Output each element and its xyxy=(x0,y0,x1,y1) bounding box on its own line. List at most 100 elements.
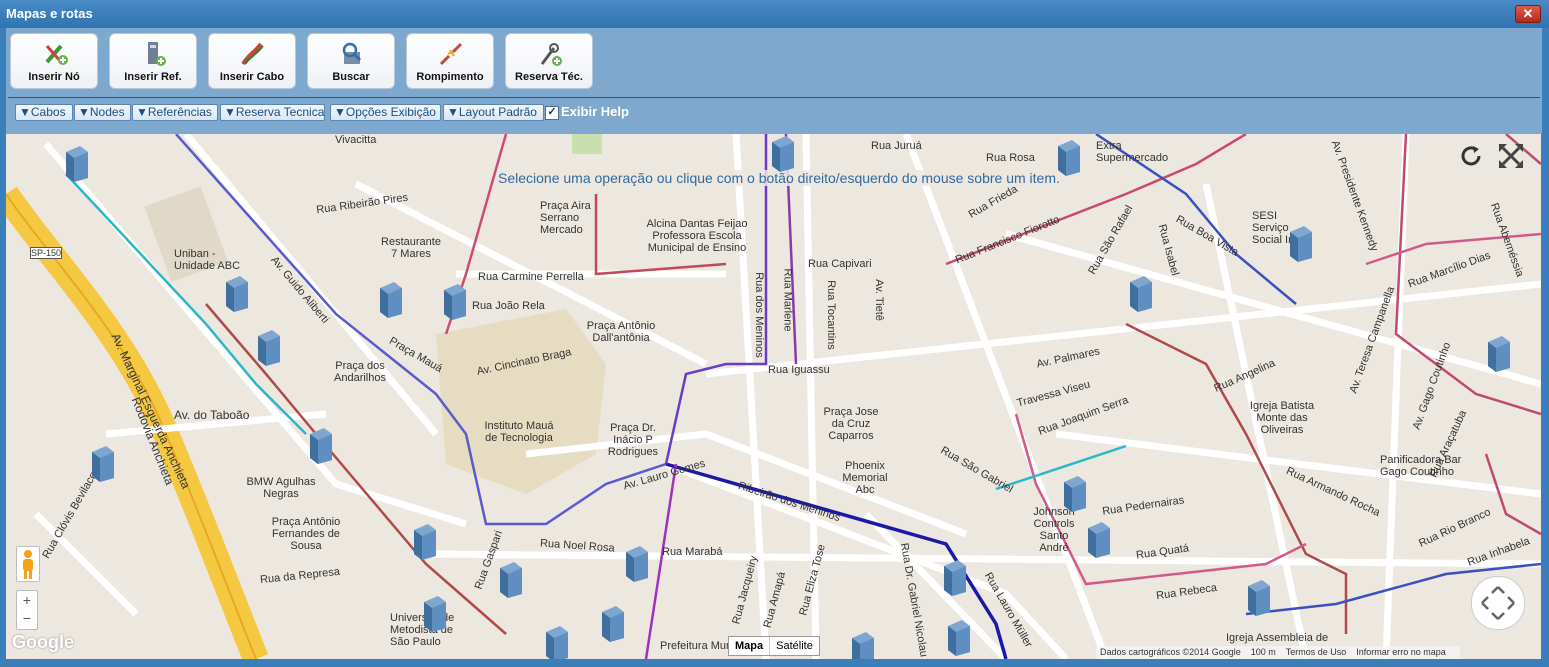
map-label: Rua Capivari xyxy=(808,258,872,270)
refresh-icon[interactable] xyxy=(1459,144,1483,168)
insert-reference-label: Inserir Ref. xyxy=(124,71,182,83)
node-building-icon[interactable] xyxy=(376,280,406,318)
map-label: Igreja Assembleia de xyxy=(1226,632,1329,644)
pegman-icon xyxy=(23,550,33,579)
node-building-icon[interactable] xyxy=(1054,138,1084,176)
toolbar-divider xyxy=(8,97,1540,98)
map-label: Panificadora Bar Gago Coutinho xyxy=(1380,454,1462,478)
node-building-icon[interactable] xyxy=(306,426,336,464)
node-building-icon[interactable] xyxy=(1484,334,1514,372)
technical-reserve-label: Reserva Téc. xyxy=(515,71,583,83)
map-label: BMW Agulhas Negras xyxy=(246,476,316,500)
map-label: Rua Marabá xyxy=(662,546,723,558)
node-building-icon[interactable] xyxy=(1060,474,1090,512)
map-label: Rua Iguassu xyxy=(768,364,830,376)
node-building-icon[interactable] xyxy=(410,522,440,560)
map-label: Praça Antônio Dall'antônia xyxy=(586,320,656,344)
map-type-satellite[interactable]: Satélite xyxy=(770,637,819,655)
map-hint: Selecione uma operação ou clique com o b… xyxy=(498,170,1060,186)
map-data-credit: Dados cartográficos ©2014 Google xyxy=(1100,647,1241,657)
terms-link[interactable]: Termos de Uso xyxy=(1286,647,1347,657)
window-title: Mapas e rotas xyxy=(6,6,93,21)
map-label: Praça Aira Serrano Mercado xyxy=(540,200,591,236)
map-label: Av. Tietê xyxy=(872,279,885,321)
map-label: Rua Tocantins xyxy=(824,280,837,350)
insert-reference-icon xyxy=(148,42,166,66)
insert-reference-button[interactable]: Inserir Ref. xyxy=(109,33,197,89)
map-label: Phoenix Memorial Abc xyxy=(842,460,888,496)
map-label: Praça Antônio Fernandes de Sousa xyxy=(271,516,341,552)
map-label: Johnson Controls Santo André xyxy=(1033,506,1075,554)
map-canvas[interactable]: Selecione uma operação ou clique com o b… xyxy=(6,134,1541,659)
search-icon xyxy=(342,42,362,64)
node-building-icon[interactable] xyxy=(768,134,798,172)
map-label: SP-150 xyxy=(30,247,63,259)
map-label: Rua Carmine Perrella xyxy=(478,271,584,283)
map-label: Rua dos Meninos xyxy=(752,272,765,358)
insert-cable-label: Inserir Cabo xyxy=(219,71,285,83)
map-label: Igreja Batista Monte das Oliveiras xyxy=(1249,400,1315,436)
node-building-icon[interactable] xyxy=(62,144,92,182)
map-label: Praça Dr. Inácio P Rodrigues xyxy=(607,422,659,458)
map-label: Praça dos Andarilhos xyxy=(334,360,386,384)
technical-reserve-icon xyxy=(540,43,562,66)
node-building-icon[interactable] xyxy=(420,594,450,632)
map-label: Instituto Mauá de Tecnologia xyxy=(484,420,554,444)
node-building-icon[interactable] xyxy=(254,328,284,366)
map-label: Rua Rosa xyxy=(986,152,1035,164)
toolbar-panel: Inserir Nó Inserir Ref. Inserir Cabo Bus… xyxy=(6,28,1542,134)
pan-control[interactable] xyxy=(1471,576,1525,630)
node-building-icon[interactable] xyxy=(1126,274,1156,312)
insert-cable-icon xyxy=(241,42,264,66)
node-building-icon[interactable] xyxy=(496,560,526,598)
fullscreen-icon[interactable] xyxy=(1497,142,1525,170)
close-button[interactable]: ✕ xyxy=(1515,5,1541,23)
map-label: Alcina Dantas Feijao Professora Escola M… xyxy=(646,218,748,254)
map-label: Rua Juruá xyxy=(871,140,922,152)
display-options-dropdown[interactable]: ▼Opções Exibição xyxy=(330,104,441,121)
node-building-icon[interactable] xyxy=(944,618,974,656)
break-icon xyxy=(439,42,463,66)
node-building-icon[interactable] xyxy=(598,604,628,642)
node-building-icon[interactable] xyxy=(622,544,652,582)
node-building-icon[interactable] xyxy=(1244,578,1274,616)
map-label: Vivacitta xyxy=(335,134,377,146)
references-dropdown[interactable]: ▼Referências xyxy=(132,104,218,121)
map-label: Extra Supermercado xyxy=(1096,140,1169,164)
pan-arrows-icon xyxy=(1481,586,1515,620)
insert-node-label: Inserir Nó xyxy=(28,71,80,83)
map-label: Rua Marlene xyxy=(781,268,794,332)
insert-cable-button[interactable]: Inserir Cabo xyxy=(208,33,296,89)
node-building-icon[interactable] xyxy=(440,282,470,320)
zoom-control: + − xyxy=(16,590,38,630)
cables-dropdown[interactable]: ▼Cabos xyxy=(15,104,73,121)
node-building-icon[interactable] xyxy=(88,444,118,482)
show-help-label: Exibir Help xyxy=(561,104,629,119)
street-view-pegman[interactable] xyxy=(16,546,40,582)
node-building-icon[interactable] xyxy=(542,624,572,659)
technical-reserve-button[interactable]: Reserva Téc. xyxy=(505,33,593,89)
map-scale: 100 m xyxy=(1250,647,1276,657)
checkbox-icon[interactable]: ✓ xyxy=(545,105,559,120)
map-type-map[interactable]: Mapa xyxy=(729,637,771,655)
map-label: Av. do Taboão xyxy=(174,408,250,422)
break-button[interactable]: Rompimento xyxy=(406,33,494,89)
search-button[interactable]: Buscar xyxy=(307,33,395,89)
technical-reserve-dropdown[interactable]: ▼Reserva Tecnica xyxy=(220,104,325,121)
show-help-toggle[interactable]: ✓ Exibir Help xyxy=(545,104,629,120)
map-label: Rua João Rela xyxy=(472,300,545,312)
map-label: Restaurante 7 Mares xyxy=(381,236,441,260)
node-building-icon[interactable] xyxy=(1084,520,1114,558)
insert-node-button[interactable]: Inserir Nó xyxy=(10,33,98,89)
node-building-icon[interactable] xyxy=(848,630,878,659)
report-error-link[interactable]: Informar erro no mapa xyxy=(1356,647,1446,657)
zoom-out-button[interactable]: − xyxy=(17,609,37,627)
zoom-in-button[interactable]: + xyxy=(17,591,37,609)
map-type-control: Mapa Satélite xyxy=(728,636,820,656)
node-building-icon[interactable] xyxy=(222,274,252,312)
node-building-icon[interactable] xyxy=(940,558,970,596)
node-building-icon[interactable] xyxy=(1286,224,1316,262)
map-label: Praça Jose da Cruz Caparros xyxy=(823,406,879,442)
default-layout-dropdown[interactable]: ▼Layout Padrão xyxy=(443,104,544,121)
nodes-dropdown[interactable]: ▼Nodes xyxy=(74,104,131,121)
